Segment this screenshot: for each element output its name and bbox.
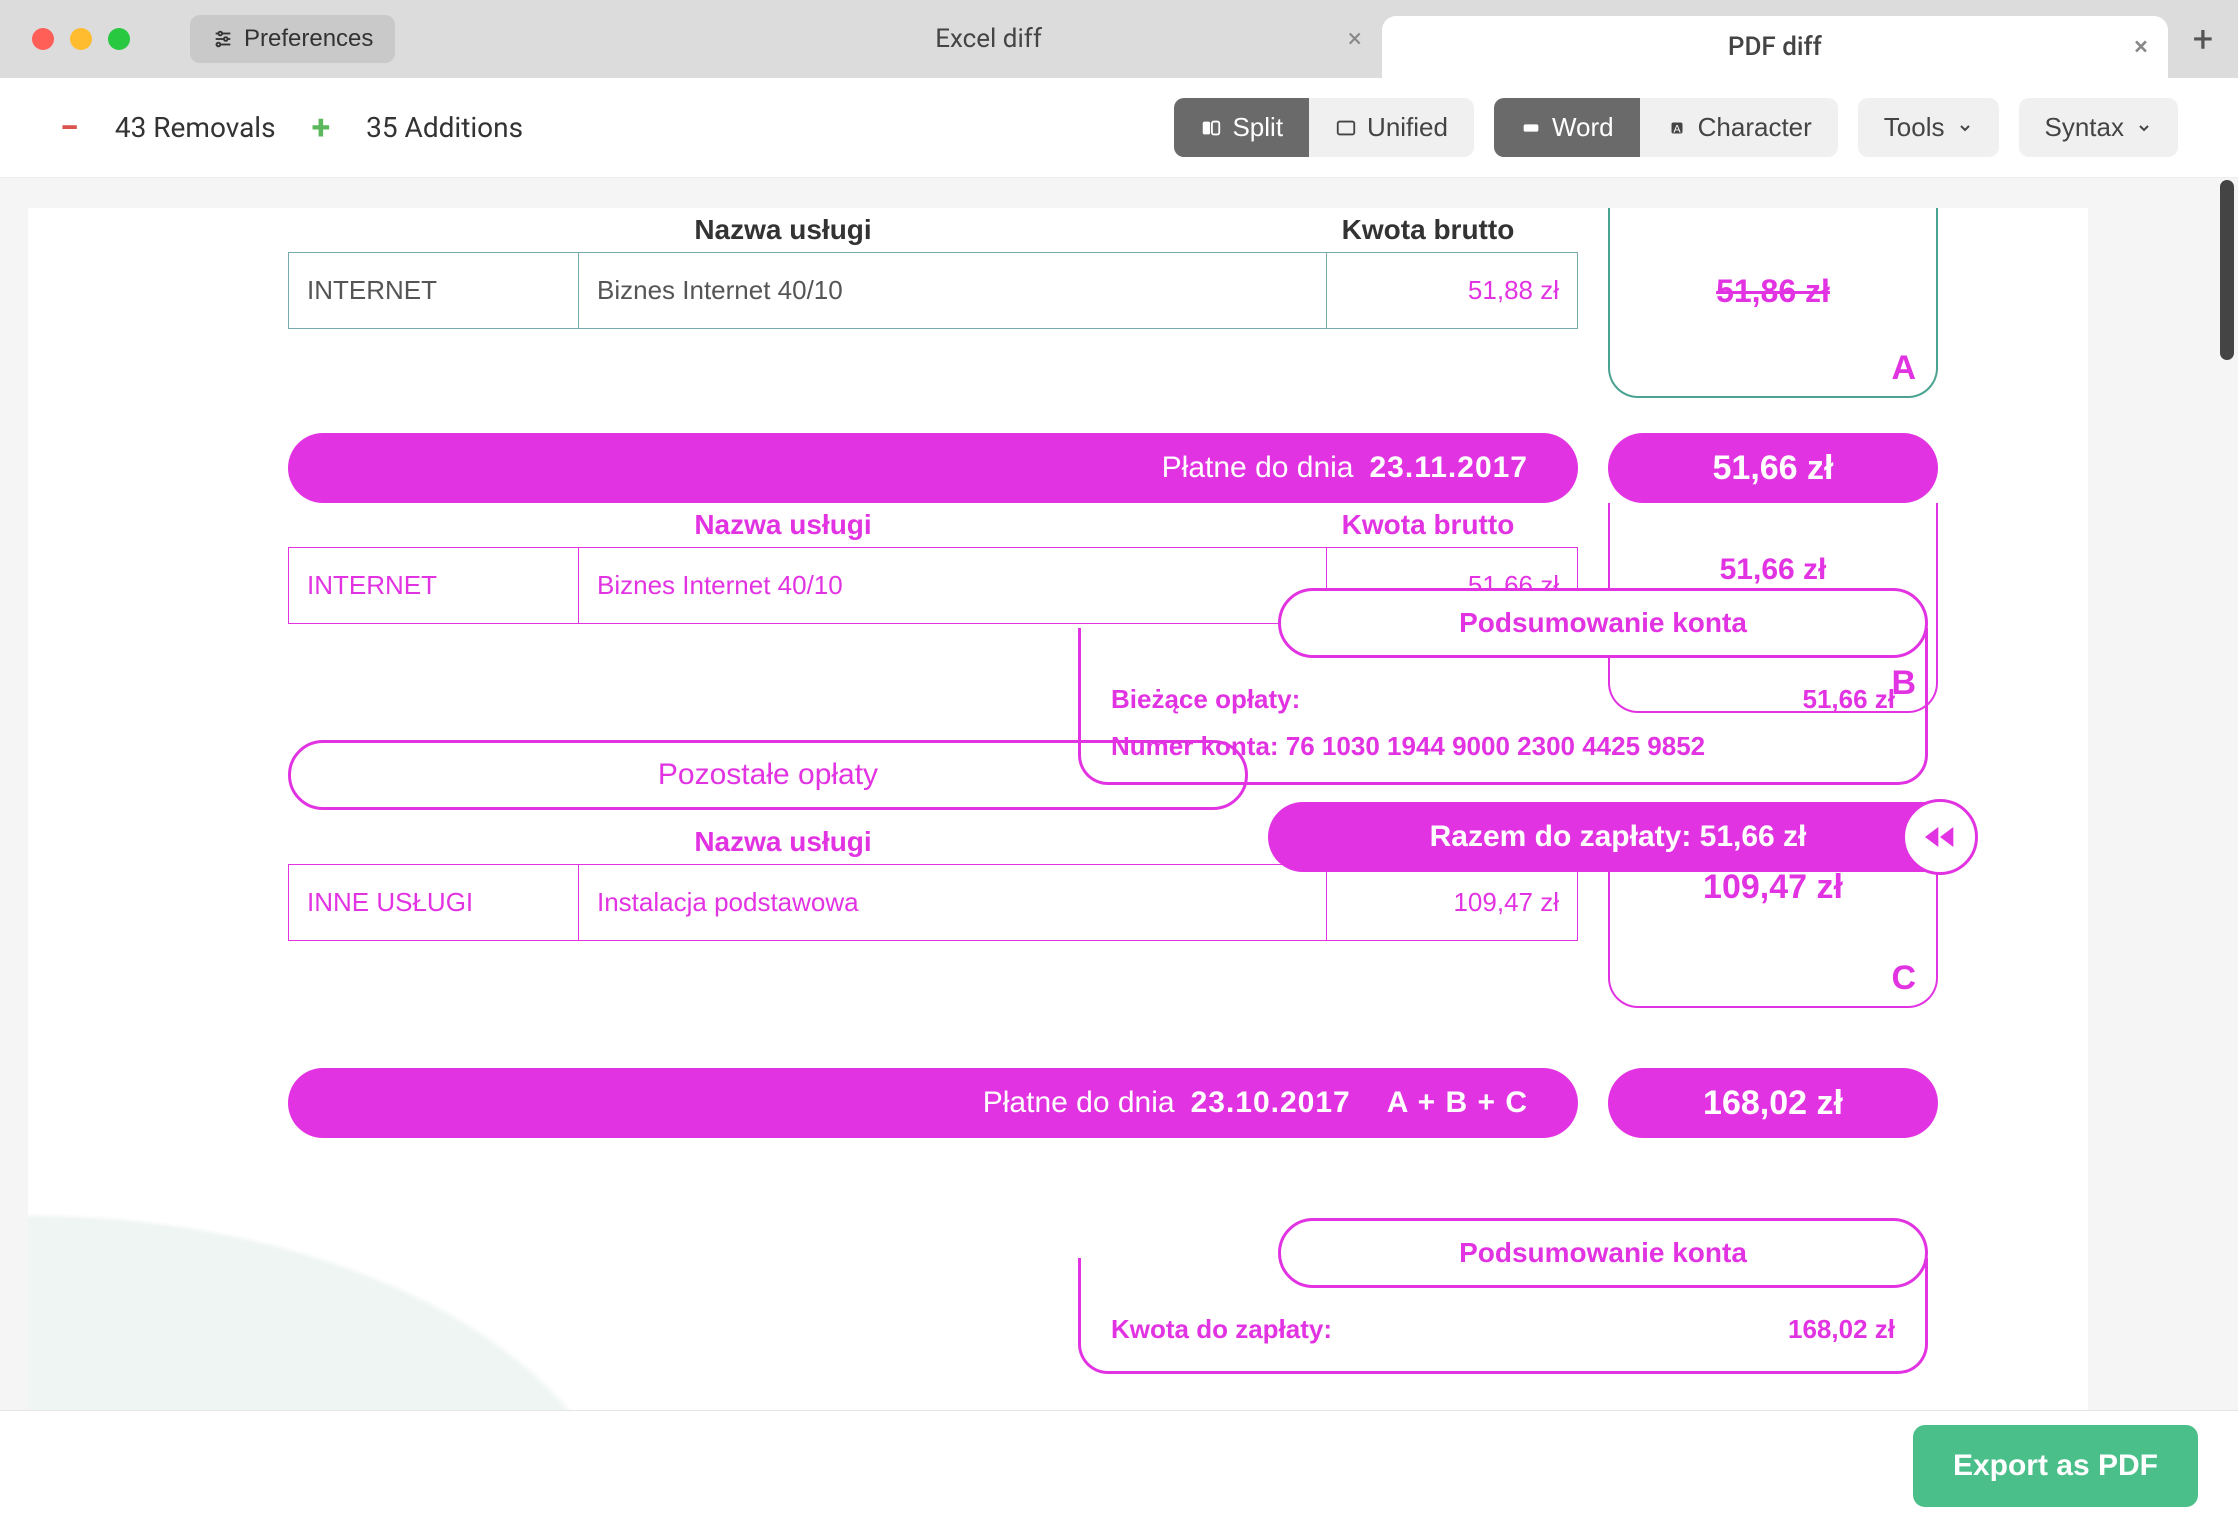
- character-label: Character: [1698, 112, 1812, 143]
- lower-summary-title: Podsumowanie konta: [1278, 1218, 1928, 1288]
- due-label: Płatne do dnia: [1162, 451, 1354, 485]
- cell-service: INNE USŁUGI: [289, 865, 579, 940]
- word-label: Word: [1552, 112, 1614, 143]
- section-b-header-pill: Płatne do dnia 23.11.2017: [288, 433, 1578, 503]
- removals-stat: 43 Removals: [115, 111, 276, 144]
- character-diff-button[interactable]: A Character: [1640, 98, 1838, 157]
- close-window-icon[interactable]: [32, 28, 54, 50]
- section-b-total: 51,66 zł: [1608, 433, 1938, 503]
- section-b-box-value: 51,66 zł: [1610, 553, 1936, 587]
- section-a-total: 51,86 zł: [1610, 273, 1936, 310]
- cell-desc: Biznes Internet 40/10: [579, 253, 1327, 328]
- invoice-section-a: Nazwa usługi Kwota brutto INTERNET Bizne…: [288, 208, 1578, 329]
- bottom-pill: Płatne do dnia 23.10.2017 A + B + C: [288, 1068, 1578, 1138]
- new-tab-button[interactable]: +: [2168, 0, 2238, 78]
- minus-icon: −: [60, 108, 79, 148]
- col-header-service: Nazwa usługi: [288, 826, 1278, 858]
- tab-label: Excel diff: [935, 24, 1042, 54]
- lower-summary-value: 168,02 zł: [1788, 1314, 1895, 1345]
- export-label: Export as PDF: [1953, 1449, 2158, 1482]
- preferences-label: Preferences: [244, 25, 373, 53]
- tab-excel-diff[interactable]: Excel diff ×: [595, 0, 1381, 78]
- maximize-window-icon[interactable]: [108, 28, 130, 50]
- export-pdf-button[interactable]: Export as PDF: [1913, 1425, 2198, 1507]
- section-a-total-box: 51,86 zł A: [1608, 208, 1938, 398]
- total-due-text: Razem do zapłaty: 51,66 zł: [1430, 820, 1807, 854]
- split-label: Split: [1232, 112, 1283, 143]
- chevron-down-icon: [1957, 120, 1973, 136]
- traffic-lights: [0, 28, 130, 50]
- summary-title: Podsumowanie konta: [1278, 588, 1928, 658]
- rewind-icon: [1902, 799, 1978, 875]
- col-header-amount: Kwota brutto: [1278, 509, 1578, 541]
- cell-amount: 109,47 zł: [1327, 865, 1577, 940]
- preferences-button[interactable]: Preferences: [190, 15, 395, 63]
- export-bar: Export as PDF: [0, 1410, 2238, 1520]
- due-label: Płatne do dnia: [983, 1086, 1175, 1120]
- unified-icon: [1335, 117, 1357, 139]
- section-c-total: 109,47 zł: [1610, 868, 1936, 907]
- summary-acct-value: 76 1030 1944 9000 2300 4425 9852: [1286, 731, 1705, 761]
- col-header-service: Nazwa usługi: [288, 509, 1278, 541]
- sliders-icon: [212, 28, 234, 50]
- document-viewport[interactable]: Nazwa usługi Kwota brutto INTERNET Bizne…: [0, 178, 2238, 1520]
- formula: A + B + C: [1387, 1086, 1528, 1120]
- table-row: INNE USŁUGI Instalacja podstawowa 109,47…: [288, 864, 1578, 941]
- lower-summary-label: Kwota do zapłaty:: [1111, 1314, 1332, 1345]
- syntax-label: Syntax: [2045, 112, 2125, 143]
- svg-text:A: A: [1673, 123, 1681, 135]
- summary-fees-value: 51,66 zł: [1802, 684, 1895, 715]
- due-date: 23.11.2017: [1370, 451, 1529, 485]
- titlebar: Preferences Excel diff × PDF diff × +: [0, 0, 2238, 78]
- summary-acct-label: Numer konta:: [1111, 731, 1279, 761]
- chevron-down-icon: [2136, 120, 2152, 136]
- cell-service: INTERNET: [289, 253, 579, 328]
- diff-stats: − 43 Removals + 35 Additions: [60, 108, 523, 148]
- additions-count: 35: [366, 111, 397, 144]
- pdf-page: Nazwa usługi Kwota brutto INTERNET Bizne…: [28, 208, 2088, 1520]
- summary-fees-label: Bieżące opłaty:: [1111, 684, 1300, 715]
- tab-label: PDF diff: [1728, 32, 1822, 62]
- close-tab-icon[interactable]: ×: [2134, 32, 2148, 62]
- cell-desc: Instalacja podstawowa: [579, 865, 1327, 940]
- toolbar: − 43 Removals + 35 Additions Split Unifi…: [0, 78, 2238, 178]
- col-header-service: Nazwa usługi: [288, 214, 1278, 246]
- plus-icon: +: [312, 108, 331, 148]
- tabs-area: Excel diff × PDF diff × +: [595, 0, 2238, 78]
- split-icon: [1200, 117, 1222, 139]
- close-tab-icon[interactable]: ×: [1348, 24, 1362, 54]
- cell-service: INTERNET: [289, 548, 579, 623]
- removals-label: Removals: [153, 111, 275, 144]
- account-summary-overlay: Podsumowanie konta Bieżące opłaty: 51,66…: [1058, 588, 1928, 785]
- view-mode-segmented: Split Unified: [1174, 98, 1474, 157]
- unified-view-button[interactable]: Unified: [1309, 98, 1474, 157]
- tools-dropdown[interactable]: Tools: [1858, 98, 1999, 157]
- scrollbar-thumb[interactable]: [2220, 180, 2234, 360]
- character-icon: A: [1666, 117, 1688, 139]
- invoice-bottom-bar: Płatne do dnia 23.10.2017 A + B + C: [288, 1068, 1578, 1138]
- section-letter-c: C: [1891, 959, 1916, 998]
- cell-amount: 51,88 zł: [1327, 253, 1577, 328]
- syntax-dropdown[interactable]: Syntax: [2019, 98, 2179, 157]
- lower-account-summary: Podsumowanie konta Kwota do zapłaty: 168…: [1058, 1218, 1928, 1374]
- bottom-total-pill-wrap: 168,02 zł: [1608, 1068, 1938, 1138]
- unified-label: Unified: [1367, 112, 1448, 143]
- tools-label: Tools: [1884, 112, 1945, 143]
- diff-mode-segmented: Word A Character: [1494, 98, 1838, 157]
- additions-stat: 35 Additions: [366, 111, 523, 144]
- word-icon: [1520, 117, 1542, 139]
- table-row: INTERNET Biznes Internet 40/10 51,88 zł: [288, 252, 1578, 329]
- removals-count: 43: [115, 111, 146, 144]
- split-view-button[interactable]: Split: [1174, 98, 1309, 157]
- additions-label: Additions: [405, 111, 524, 144]
- total-due-pill: Razem do zapłaty: 51,66 zł: [1268, 802, 1968, 872]
- tab-pdf-diff[interactable]: PDF diff ×: [1382, 16, 2168, 78]
- minimize-window-icon[interactable]: [70, 28, 92, 50]
- bottom-total: 168,02 zł: [1608, 1068, 1938, 1138]
- section-letter-a: A: [1891, 349, 1916, 388]
- col-header-amount: Kwota brutto: [1278, 214, 1578, 246]
- due-date: 23.10.2017: [1191, 1086, 1351, 1120]
- word-diff-button[interactable]: Word: [1494, 98, 1640, 157]
